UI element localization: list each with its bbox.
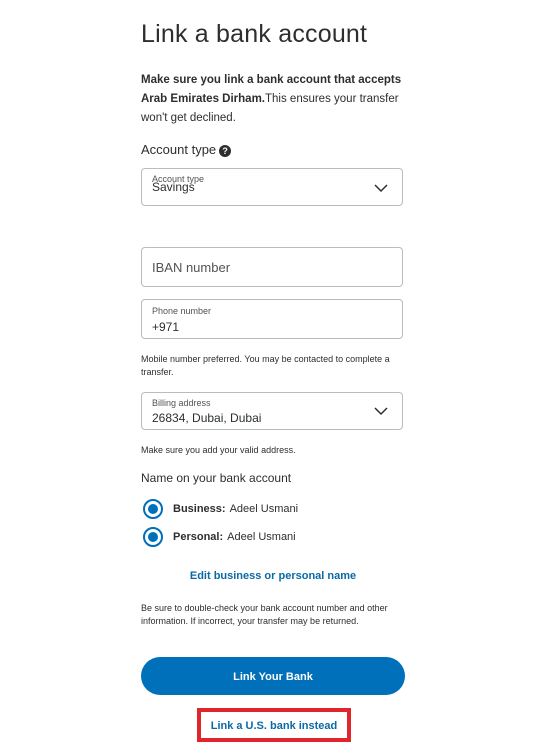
- chevron-down-icon: [374, 184, 388, 193]
- link-us-bank-link[interactable]: Link a U.S. bank instead: [201, 720, 347, 732]
- phone-note: Mobile number preferred. You may be cont…: [141, 354, 390, 377]
- iban-placeholder: IBAN number: [152, 260, 231, 275]
- radio-business-type: Business:: [173, 503, 226, 515]
- account-type-section-label: Account type?: [141, 142, 232, 157]
- billing-address-select[interactable]: Billing address 26834, Dubai, Dubai: [141, 392, 403, 430]
- billing-address-value: 26834, Dubai, Dubai: [152, 411, 262, 425]
- link-your-bank-button[interactable]: Link Your Bank: [141, 657, 405, 695]
- page-title: Link a bank account: [141, 20, 368, 48]
- account-type-heading: Account type: [141, 142, 217, 157]
- account-type-select[interactable]: Account type Savings: [141, 168, 403, 206]
- iban-input[interactable]: IBAN number: [141, 247, 403, 287]
- phone-number-label: Phone number: [152, 306, 212, 316]
- chevron-down-icon: [374, 407, 388, 416]
- radio-personal-type: Personal:: [173, 531, 224, 543]
- highlight-box: Link a U.S. bank instead: [197, 708, 351, 742]
- billing-address-label: Billing address: [152, 398, 211, 408]
- radio-personal[interactable]: Personal: Adeel Usmani: [143, 526, 296, 548]
- radio-business[interactable]: Business: Adeel Usmani: [143, 498, 298, 520]
- account-type-value: Savings: [152, 180, 195, 194]
- billing-note: Make sure you add your valid address.: [141, 445, 296, 455]
- warning-note: Be sure to double-check your bank accoun…: [141, 603, 388, 626]
- radio-selected-icon[interactable]: [143, 527, 163, 547]
- phone-number-value: +971: [152, 320, 180, 334]
- name-on-account-label: Name on your bank account: [141, 471, 292, 485]
- edit-name-link[interactable]: Edit business or personal name: [141, 570, 405, 582]
- radio-selected-icon[interactable]: [143, 499, 163, 519]
- help-icon[interactable]: ?: [219, 145, 232, 157]
- radio-personal-name: Adeel Usmani: [227, 531, 296, 543]
- phone-number-field[interactable]: Phone number +971: [141, 299, 403, 339]
- radio-business-name: Adeel Usmani: [229, 503, 299, 515]
- intro-text: Make sure you link a bank account that a…: [141, 71, 405, 128]
